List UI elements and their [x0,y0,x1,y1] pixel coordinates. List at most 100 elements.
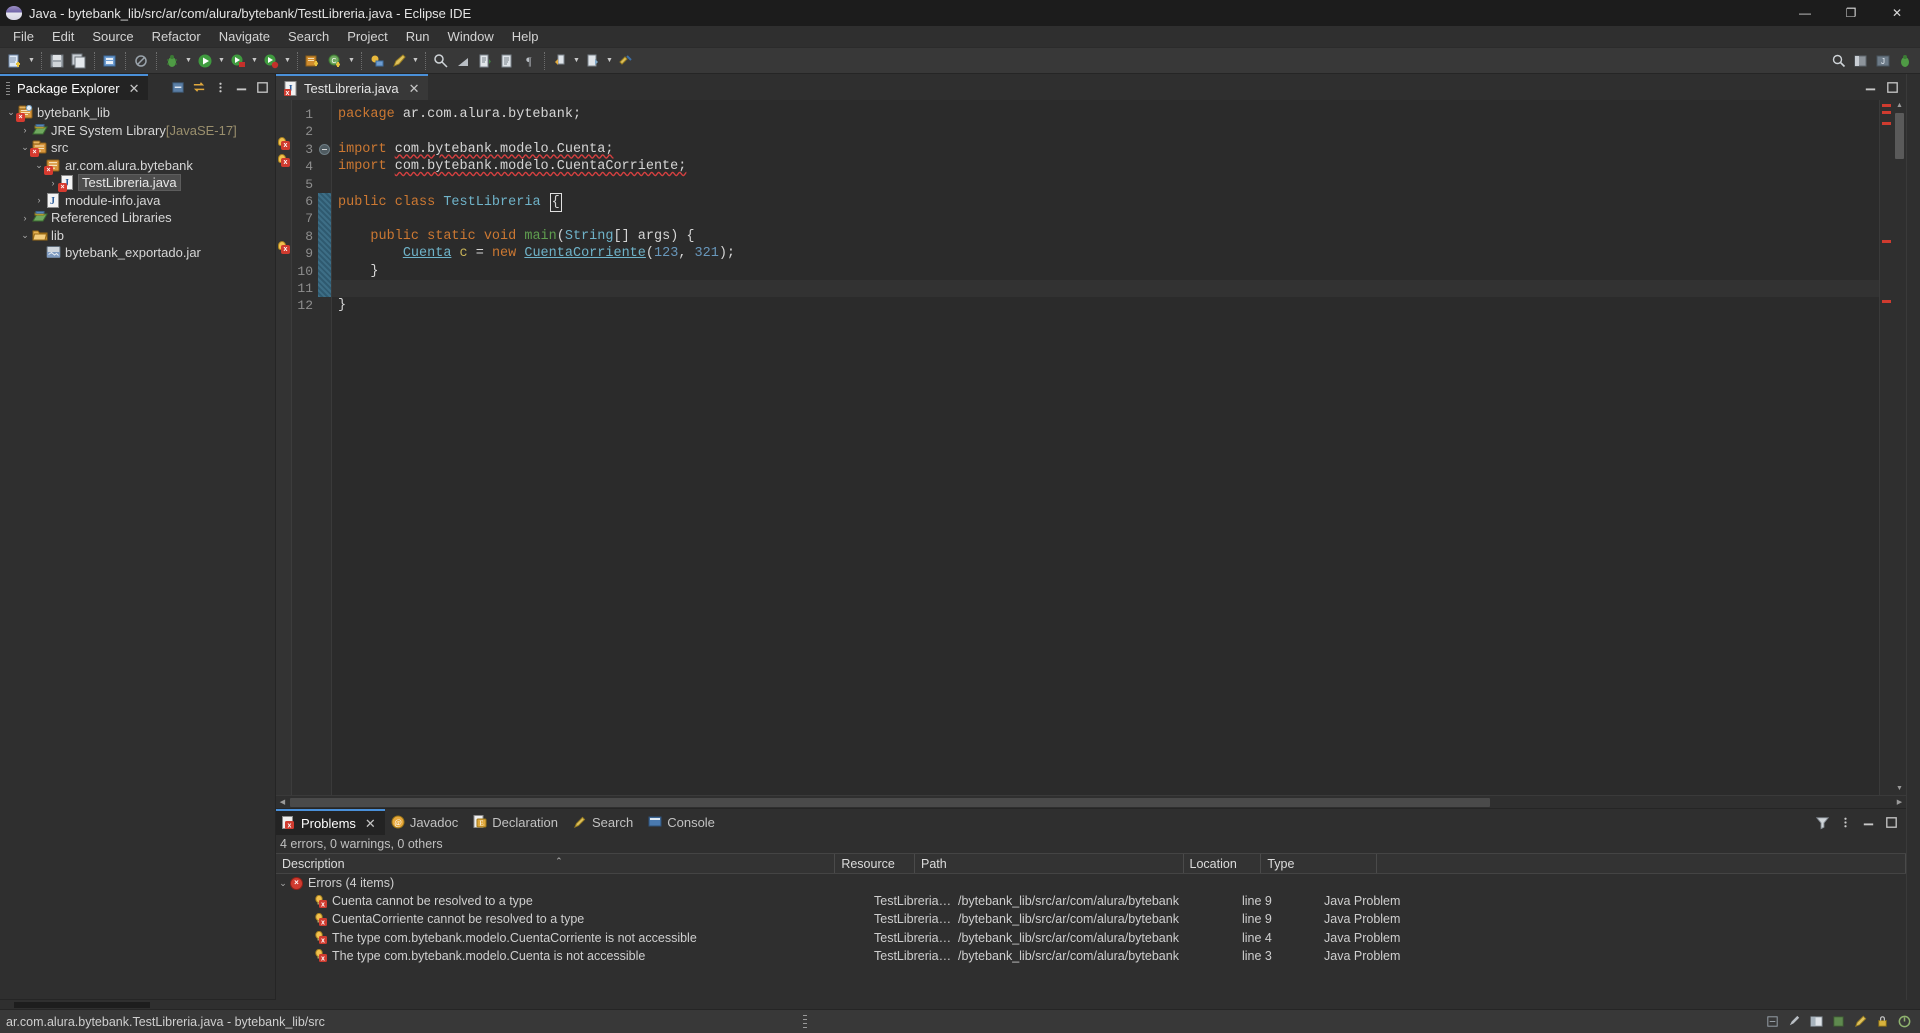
tab-javadoc[interactable]: @ Javadoc [385,809,467,835]
chevron-down-icon[interactable]: ⌄ [276,878,290,889]
run-button[interactable] [194,50,216,72]
code-line[interactable]: import com.bytebank.modelo.CuentaCorrien… [332,158,1879,175]
column-header-type[interactable]: Type [1261,854,1377,873]
quickfix-error-icon[interactable]: x [278,154,291,168]
editor-vertical-scrollbar[interactable]: ▲ ▼ [1893,100,1906,795]
tree-item-bytebank-lib[interactable]: ⌄ × bytebank_lib [0,104,275,123]
marker-pen-button[interactable] [388,50,410,72]
scroll-left-arrow-icon[interactable]: ◀ [276,798,289,806]
view-menu-icon[interactable] [211,78,230,97]
menu-item-search[interactable]: Search [279,26,338,48]
tree-item-referenced-libraries[interactable]: › Referenced Libraries [0,209,275,227]
column-header-description[interactable]: Description ⌃ [276,854,836,873]
problems-row[interactable]: x The type com.bytebank.modelo.Cuenta is … [276,947,1906,965]
link-editor-icon[interactable] [190,78,209,97]
open-perspective-button[interactable] [1850,50,1872,72]
horizontal-scroll-thumb[interactable] [290,797,1490,807]
debug-button[interactable] [161,50,183,72]
marker-slot[interactable]: x [276,135,291,152]
external-tools-dropdown[interactable]: ▼ [282,50,293,72]
tab-search[interactable]: Search [567,809,642,835]
vertical-scroll-thumb[interactable] [1895,113,1904,159]
project-tree[interactable]: ⌄ × bytebank_lib › JRE System Library [JavaS… [0,100,275,1000]
quick-access-search-icon[interactable] [1828,50,1850,72]
maximize-view-icon[interactable] [253,78,272,97]
code-line[interactable]: public class TestLibreria { [332,192,1879,213]
code-line[interactable] [332,279,1879,298]
heap-status-icon[interactable] [1897,1014,1912,1029]
code-line[interactable] [332,123,1879,140]
problems-row[interactable]: x Cuenta cannot be resolved to a type Test… [276,892,1906,910]
tree-item-jre-system-library[interactable]: › JRE System Library [JavaSE-17] [0,122,275,140]
close-icon[interactable]: ✕ [409,82,420,95]
overview-ruler[interactable] [1879,100,1893,795]
overview-error-mark[interactable] [1882,104,1891,107]
overview-error-mark[interactable] [1882,240,1891,243]
problems-row[interactable]: x CuentaCorriente cannot be resolved to a… [276,910,1906,928]
chevron-right-icon[interactable]: › [32,195,46,205]
back-dropdown[interactable]: ▼ [571,50,582,72]
menu-item-refactor[interactable]: Refactor [143,26,210,48]
code-line[interactable]: package ar.com.alura.bytebank; [332,106,1879,123]
menu-item-window[interactable]: Window [439,26,503,48]
marker-slot[interactable]: x [276,239,291,256]
code-line[interactable]: } [332,263,1879,280]
tree-item-module-info-java[interactable]: › Jmodule-info.java [0,192,275,210]
overview-error-mark[interactable] [1882,122,1891,125]
chevron-right-icon[interactable]: › [18,213,32,223]
next-annotation-button[interactable] [474,50,496,72]
menu-item-project[interactable]: Project [338,26,396,48]
tree-item-bytebank-exportado-jar[interactable]: bytebank_exportado.jar [0,244,275,262]
scroll-right-arrow-icon[interactable]: ▶ [1893,798,1906,806]
tree-item-testlibreria-java[interactable]: ›J×TestLibreria.java [0,174,275,193]
debug-perspective-button[interactable] [1894,50,1916,72]
code-line[interactable] [332,176,1879,193]
coverage-button[interactable] [227,50,249,72]
collapse-all-icon[interactable] [169,78,188,97]
quickfix-error-icon[interactable]: x [278,136,291,150]
status-menu-dots-icon[interactable] [802,1014,807,1029]
save-all-button[interactable] [68,50,90,72]
print-button[interactable] [99,50,121,72]
skip-breakpoints-button[interactable] [452,50,474,72]
editor-layout-icon[interactable] [1809,1014,1824,1029]
maximize-panel-icon[interactable] [1882,813,1901,832]
last-edit-button[interactable] [615,50,637,72]
chevron-down-icon[interactable]: ⌄ [18,230,32,241]
tab-problems[interactable]: x Problems ✕ [276,809,385,835]
marker-slot[interactable]: x [276,152,291,169]
scroll-down-arrow-icon[interactable]: ▼ [1895,784,1904,794]
previous-annotation-button[interactable] [496,50,518,72]
menu-item-navigate[interactable]: Navigate [210,26,279,48]
tree-item-ar-com-alura-bytebank[interactable]: ⌄ × ar.com.alura.bytebank [0,157,275,175]
minimize-panel-icon[interactable] [1859,813,1878,832]
back-button[interactable] [549,50,571,72]
code-line[interactable]: import com.bytebank.modelo.Cuenta; [332,141,1879,158]
writable-icon[interactable] [1787,1014,1802,1029]
new-class-button[interactable]: C [324,50,346,72]
pen-icon[interactable] [1853,1014,1868,1029]
tree-item-src[interactable]: ⌄ × src [0,139,275,158]
pilcrow-button[interactable]: ¶ [518,50,540,72]
problems-table-body[interactable]: ⌄ × Errors (4 items) x Cuenta cannot be reso… [276,874,1906,1000]
maximize-editor-icon[interactable] [1883,78,1902,97]
save-button[interactable] [46,50,68,72]
scroll-up-arrow-icon[interactable]: ▲ [1895,101,1904,111]
tab-testlibreria-java[interactable]: Jx TestLibreria.java ✕ [276,74,428,100]
chevron-right-icon[interactable]: › [18,125,32,135]
menu-item-source[interactable]: Source [83,26,142,48]
tab-declaration[interactable]: E Declaration [467,809,567,835]
column-header-path[interactable]: Path [915,854,1184,873]
source-code[interactable]: package ar.com.alura.bytebank; import com… [332,100,1879,795]
fold-slot[interactable] [318,141,331,158]
smart-insert-icon[interactable] [1765,1014,1780,1029]
minimize-window-button[interactable]: — [1782,0,1828,26]
code-line[interactable]: } [332,297,1879,314]
close-window-button[interactable]: ✕ [1874,0,1920,26]
build-icon[interactable] [1831,1014,1846,1029]
close-icon[interactable]: ✕ [365,817,376,830]
quickfix-error-icon[interactable]: x [278,241,291,255]
marker-pen-dropdown[interactable]: ▼ [410,50,421,72]
overview-error-mark[interactable] [1882,111,1891,114]
menu-item-run[interactable]: Run [397,26,439,48]
